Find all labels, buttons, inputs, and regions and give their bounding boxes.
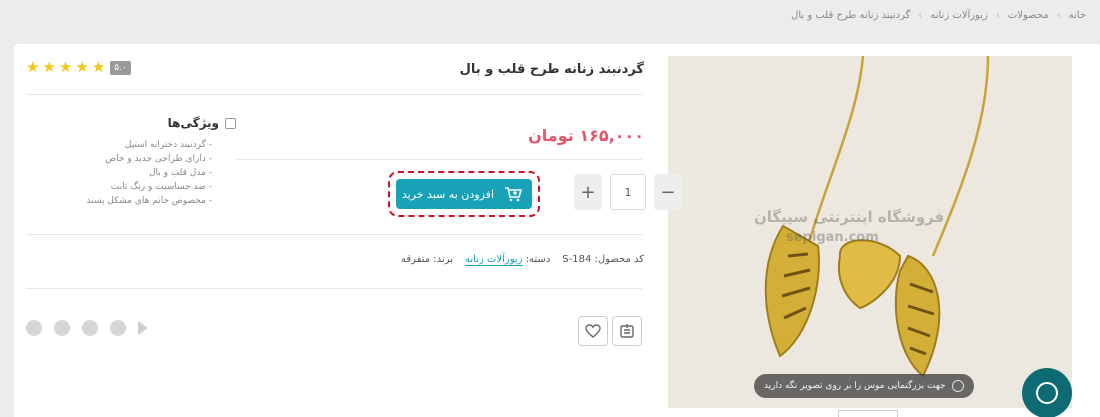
brand-value: متفرقه: [401, 254, 431, 265]
rating-badge: ۵.۰: [110, 60, 131, 75]
feature-item: مخصوص خانم های مشکل پسند: [26, 194, 212, 208]
features-list: گردنبند دخترانه استیل دارای طراحی جدید و…: [26, 138, 236, 208]
image-watermark-url: sepigan.com: [786, 230, 879, 245]
divider: [26, 234, 642, 235]
feature-item: دارای طراحی جدید و خاص: [26, 152, 212, 166]
cart-plus-icon: [505, 187, 522, 202]
product-card: فروشگاه اینترنتی سپیگان sepigan.com جهت …: [14, 44, 1100, 417]
breadcrumb-separator: ›: [1056, 10, 1061, 21]
zoom-hint-text: جهت بزرگنمایی موس را بر روی تصویر نگه دا…: [764, 381, 946, 391]
sku-item: کد محصول: S-184: [562, 254, 644, 265]
category-item: دسته: زیورآلات زنانه: [465, 254, 551, 266]
zoom-hint: جهت بزرگنمایی موس را بر روی تصویر نگه دا…: [754, 374, 974, 398]
features-checkbox-icon: [225, 117, 236, 129]
product-meta: کد محصول: S-184 دسته: زیورآلات زنانه برن…: [401, 254, 644, 266]
sku-value: S-184: [562, 254, 592, 265]
star-icon: ★: [42, 58, 56, 76]
add-to-cart-button[interactable]: افزودن به سبد خرید: [396, 179, 532, 209]
brand-item: برند: متفرقه: [401, 254, 453, 265]
breadcrumb-separator: ›: [918, 10, 923, 21]
chat-button[interactable]: [1022, 368, 1072, 417]
heart-icon: [585, 324, 601, 338]
product-title: گردنبند زنانه طرح قلب و بال: [459, 62, 644, 77]
features-heading: ویژگی‌ها: [26, 116, 236, 130]
add-to-cart-label: افزودن به سبد خرید: [401, 187, 494, 201]
facebook-icon[interactable]: [110, 320, 126, 336]
breadcrumb: خانه › محصولات › زیورآلات زنانه › گردنبن…: [791, 10, 1086, 21]
share-links: [26, 320, 148, 336]
feature-item: مدل قلب و بال: [26, 166, 212, 180]
qty-minus-button[interactable]: −: [654, 174, 682, 210]
breadcrumb-home[interactable]: خانه: [1069, 10, 1086, 21]
pinterest-icon[interactable]: [26, 320, 42, 336]
feature-item: ضد حساسیت و رنگ ثابت: [26, 180, 212, 194]
breadcrumb-category[interactable]: زیورآلات زنانه: [930, 10, 988, 21]
image-watermark: فروشگاه اینترنتی سپیگان: [754, 208, 945, 226]
divider: [236, 159, 642, 160]
product-image[interactable]: فروشگاه اینترنتی سپیگان sepigan.com جهت …: [668, 56, 1072, 408]
twitter-icon[interactable]: [82, 320, 98, 336]
divider: [26, 288, 642, 289]
features-title: ویژگی‌ها: [167, 116, 219, 130]
zoom-icon: [951, 380, 964, 392]
breadcrumb-separator: ›: [995, 10, 1000, 21]
product-rating: ★ ★ ★ ★ ★ ۵.۰: [26, 60, 131, 75]
chat-icon: [1036, 382, 1058, 404]
compare-icon: [620, 324, 634, 338]
breadcrumb-products[interactable]: محصولات: [1008, 10, 1049, 21]
compare-button[interactable]: [612, 316, 642, 346]
breadcrumb-current: گردنبند زنانه طرح قلب و بال: [791, 10, 911, 21]
sku-label: کد محصول:: [594, 254, 644, 265]
star-icon: ★: [26, 58, 40, 76]
feature-item: گردنبند دخترانه استیل: [26, 138, 212, 152]
category-label: دسته:: [525, 254, 551, 265]
telegram-icon[interactable]: [138, 321, 148, 335]
divider: [26, 94, 642, 95]
quantity-field[interactable]: 1: [610, 174, 646, 210]
qty-plus-button[interactable]: +: [574, 174, 602, 210]
product-price: ۱۶۵,۰۰۰ تومان: [528, 126, 644, 145]
star-icon: ★: [91, 58, 106, 76]
star-icon: ★: [58, 58, 73, 76]
star-icon: ★: [75, 58, 89, 76]
whatsapp-icon[interactable]: [54, 320, 70, 336]
thumbnail-tab[interactable]: [838, 410, 898, 417]
quantity-stepper: + 1 −: [574, 174, 682, 210]
category-link[interactable]: زیورآلات زنانه: [465, 254, 523, 266]
features-box: ویژگی‌ها گردنبند دخترانه استیل دارای طرا…: [26, 116, 236, 208]
wishlist-button[interactable]: [578, 316, 608, 346]
brand-label: برند:: [433, 254, 453, 265]
